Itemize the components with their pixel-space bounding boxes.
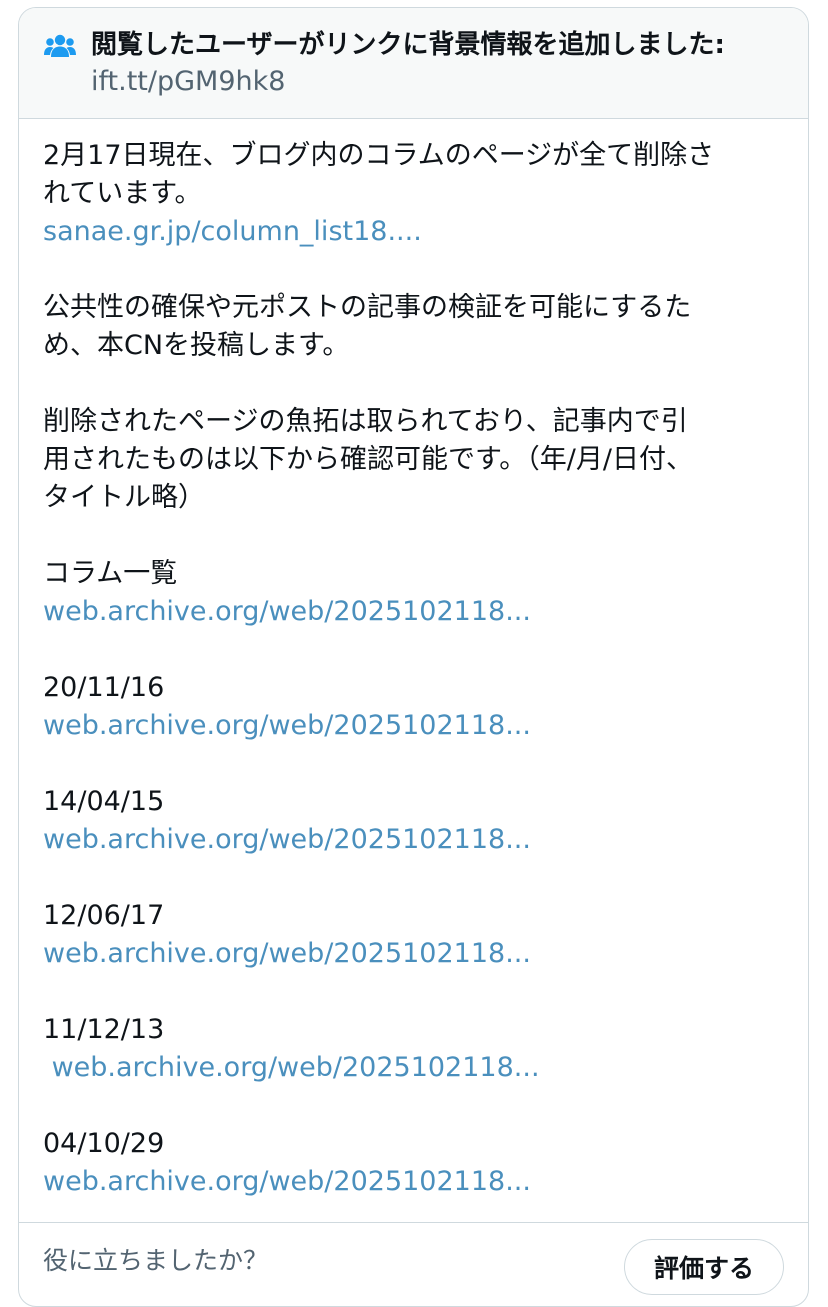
note-text: タイトル略） (43, 482, 205, 513)
archive-entry: 14/04/15 web.archive.org/web/2025102118.… (43, 783, 784, 859)
archive-entry-label: 11/12/13 (43, 1014, 165, 1045)
archive-link[interactable]: web.archive.org/web/2025102118... (43, 707, 784, 745)
archive-link[interactable]: web.archive.org/web/2025102118... (43, 935, 784, 973)
note-text: れています。 (43, 178, 202, 209)
archive-entry-label: 12/06/17 (43, 900, 165, 931)
archive-link[interactable]: web.archive.org/web/2025102118... (43, 1163, 784, 1201)
archive-link[interactable]: web.archive.org/web/2025102118... (43, 821, 784, 859)
note-header: 閲覧したユーザーがリンクに背景情報を追加しました: ift.tt/pGM9hk8 (19, 8, 808, 119)
archive-link[interactable]: web.archive.org/web/2025102118... (43, 1049, 784, 1087)
archive-entry: 04/10/29 web.archive.org/web/2025102118.… (43, 1125, 784, 1201)
note-paragraph-3: 削除されたページの魚拓は取られており、記事内で引 用されたものは以下から確認可能… (43, 403, 784, 517)
note-text: め、本CNを投稿します。 (43, 330, 350, 361)
people-icon (44, 34, 76, 57)
archive-entry-list: コラム一覧 web.archive.org/web/2025102118... … (43, 555, 784, 1201)
archive-entry-label: 20/11/16 (43, 672, 165, 703)
archive-entry-label: 04/10/29 (43, 1128, 165, 1159)
note-paragraph-1: 2月17日現在、ブログ内のコラムのページが全て削除さ れています。 sanae.… (43, 137, 784, 251)
note-text: 削除されたページの魚拓は取られており、記事内で引 (43, 406, 688, 437)
archive-link[interactable]: web.archive.org/web/2025102118... (43, 593, 784, 631)
note-body: 2月17日現在、ブログ内のコラムのページが全て削除さ れています。 sanae.… (19, 119, 808, 1201)
note-text: 2月17日現在、ブログ内のコラムのページが全て削除さ (43, 140, 715, 171)
archive-entry: コラム一覧 web.archive.org/web/2025102118... (43, 555, 784, 631)
archive-entry-label: コラム一覧 (43, 558, 178, 589)
note-footer: 役に立ちましたか？ 評価する (19, 1222, 808, 1306)
note-text: 用されたものは以下から確認可能です。（年/月/日付、 (43, 444, 693, 475)
note-paragraph-2: 公共性の確保や元ポストの記事の検証を可能にするた め、本CNを投稿します。 (43, 289, 784, 365)
archive-entry: 20/11/16 web.archive.org/web/2025102118.… (43, 669, 784, 745)
note-link-sanae[interactable]: sanae.gr.jp/column_list18.... (43, 213, 784, 251)
note-header-row: 閲覧したユーザーがリンクに背景情報を追加しました: (43, 26, 784, 64)
helpful-question: 役に立ちましたか？ (43, 1246, 269, 1275)
archive-entry-label: 14/04/15 (43, 786, 165, 817)
rate-button[interactable]: 評価する (624, 1239, 784, 1295)
note-source-link[interactable]: ift.tt/pGM9hk8 (91, 64, 784, 100)
archive-entry: 12/06/17 web.archive.org/web/2025102118.… (43, 897, 784, 973)
note-header-title: 閲覧したユーザーがリンクに背景情報を追加しました: (91, 30, 725, 60)
archive-entry: 11/12/13 web.archive.org/web/2025102118.… (43, 1011, 784, 1087)
community-note-card: 閲覧したユーザーがリンクに背景情報を追加しました: ift.tt/pGM9hk8… (18, 7, 809, 1307)
note-text: 公共性の確保や元ポストの記事の検証を可能にするた (43, 292, 692, 323)
